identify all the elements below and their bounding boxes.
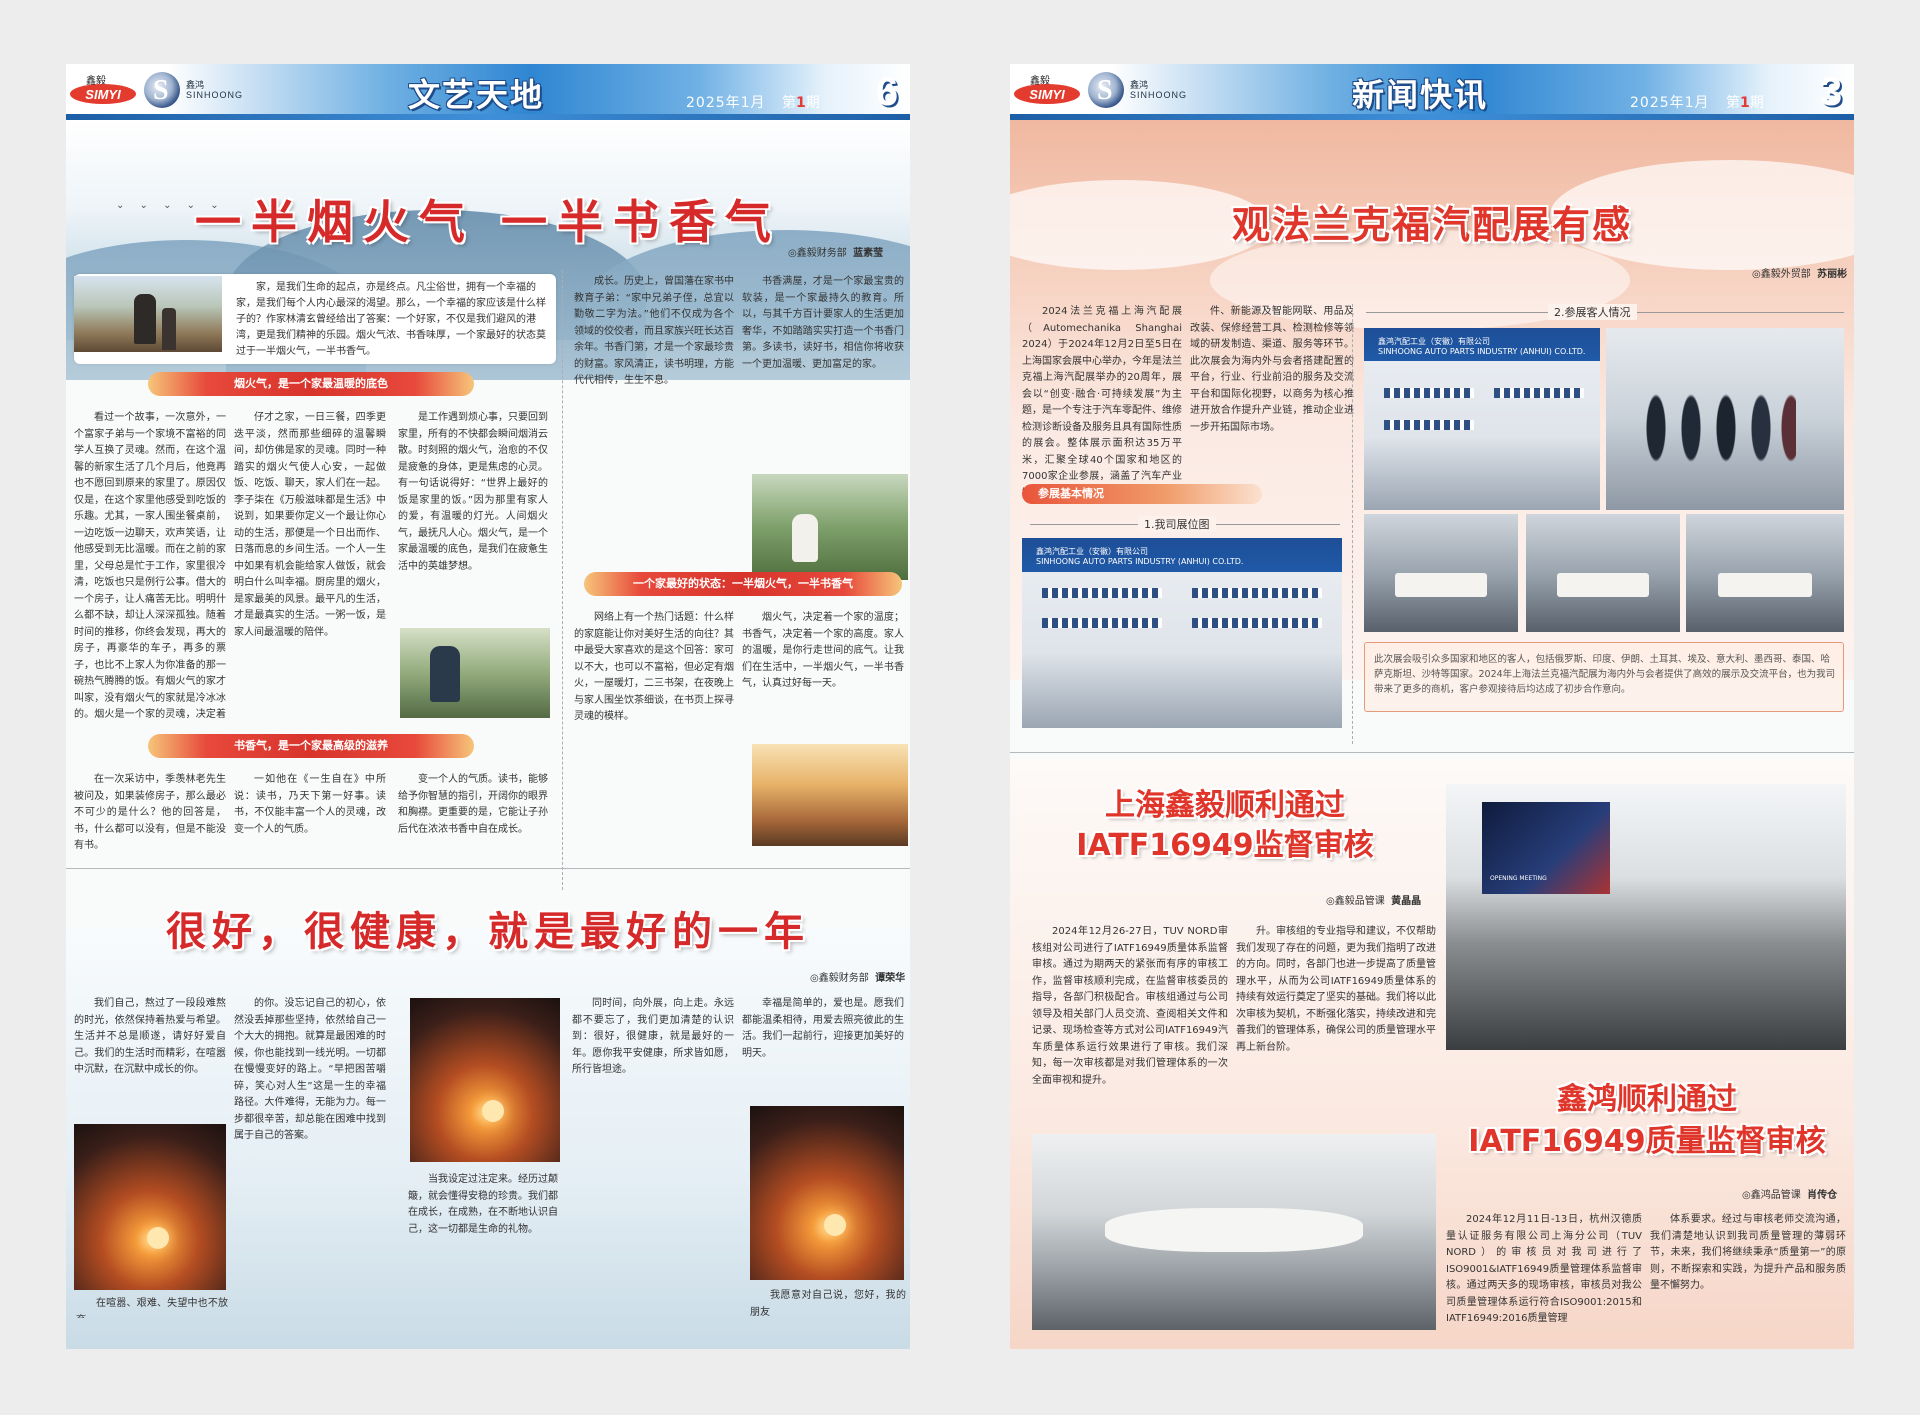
- simyi-logo: 鑫毅 SIMYI: [70, 74, 136, 106]
- section-title: 新闻快讯: [1351, 76, 1488, 114]
- article-title-line2: IATF16949质量监督审核: [1468, 1124, 1826, 1159]
- article-column: 变一个人的气质。读书，能够给予你智慧的指引，开阔你的眼界和胸襟。更重要的是，它能…: [398, 774, 548, 835]
- issue-number: 第1期: [782, 95, 820, 111]
- sinhoong-logo-icon: [1088, 72, 1124, 108]
- byline: ◎鑫鸿品管课 肖传仓: [1742, 1190, 1838, 1201]
- issue-date: 2025年1月: [1630, 95, 1710, 111]
- reading-photo: [752, 474, 908, 580]
- sinhoong-logo-text: SINHOONG: [186, 90, 244, 100]
- visitors-group-photo: [1606, 328, 1844, 510]
- article-column: 幸福是简单的，爱也是。愿我们都能温柔相待，用爱去照亮彼此的生活。我们一起前行，迎…: [742, 998, 904, 1059]
- booth-photo: 鑫鸿汽配工业（安徽）有限公司 SINHOONG AUTO PARTS INDUST…: [1364, 328, 1600, 510]
- article-column: 书香满屋，才是一个家最宝贵的软装，是一个家最持久的教育。所以，与其千方百计要家人…: [742, 276, 904, 370]
- byline: ◎鑫毅品管课 黄晶晶: [1326, 896, 1422, 907]
- customer-meeting-photo: [1686, 514, 1844, 632]
- article-column: 一如他在《一生自在》中所说：读书，乃天下第一好事。读书，不仅能丰富一个人的灵魂，…: [234, 774, 386, 835]
- section-heading: 一个家最好的状态：一半烟火气，一半书香气: [584, 572, 902, 596]
- sinhoong-logo: 鑫鸿 SINHOONG: [144, 70, 244, 110]
- opening-meeting-photo: OPENING MEETING: [1446, 784, 1846, 1050]
- byline: ◎鑫毅财务部 蓝素莹: [788, 248, 884, 259]
- article-column: 体系要求。经过与审核老师交流沟通，我们清楚地认识到我司质量管理的薄弱环节，未来，…: [1650, 1214, 1846, 1291]
- article-title-line2: IATF16949监督审核: [1076, 828, 1374, 863]
- article-column: 在一次采访中，季羡林老先生被问及，如果装修房子，那么最必不可少的是什么？他的回答…: [74, 774, 226, 851]
- byline: ◎鑫毅外贸部 苏丽彬: [1752, 269, 1848, 280]
- issue-date: 2025年1月: [686, 95, 766, 111]
- intro-text: 家，是我们生命的起点，亦是终点。凡尘俗世，拥有一个幸福的家，是我们每个人内心最深…: [236, 282, 546, 357]
- customers-subheading: 2.参展客人情况: [1548, 304, 1637, 320]
- article-title: 鑫鸿顺利通过: [1557, 1082, 1737, 1117]
- issue-number: 第1期: [1726, 95, 1764, 111]
- customer-meeting-photo: [1364, 514, 1518, 632]
- right-page: 鑫毅 SIMYI 鑫鸿 SINHOONG 新闻快讯 2025年1月 第1期 3 …: [1010, 64, 1854, 1349]
- article-column: 烟火气，决定着一个家的温度；书香气，决定着一个家的高度。家人的温暖，是你行走世间…: [742, 612, 904, 689]
- photo-caption: 在喧嚣、艰难、失望中也不放弃: [76, 1298, 228, 1318]
- section-title: 文艺天地: [407, 76, 544, 114]
- article-column: 同时间，向外展，向上走。永远都不要忘了，我们更加清楚的认识到：很好，很健康，就是…: [572, 998, 734, 1075]
- article-column: 2024年12月11日-13日，杭州汉德质量认证服务有限公司上海分公司（TUV …: [1446, 1214, 1642, 1324]
- booth-subheading: 1.我司展位图: [1138, 516, 1216, 532]
- booth-banner: 鑫鸿汽配工业（安徽）有限公司 SINHOONG AUTO PARTS INDUST…: [1378, 337, 1586, 356]
- article-title: 观法兰克福汽配展有感: [1231, 202, 1632, 247]
- article-column: 网络上有一个热门话题：什么样的家庭能让你对美好生活的向往？其中最受大家喜欢的是这…: [574, 612, 734, 722]
- article-column: 升。审核组的专业指导和建议，不仅帮助我们发现了存在的问题，更为我们指明了改进的方…: [1236, 926, 1436, 1053]
- article-column: 2024年12月26-27日，TUV NORD审核组对公司进行了IATF1694…: [1032, 926, 1228, 1086]
- newspaper-spread: 鑫毅 SIMYI 鑫鸿 SINHOONG 文艺天地 2025年1月 第1期 6 …: [0, 0, 1920, 1415]
- audit-meeting-photo: [1032, 1134, 1436, 1330]
- sunset-photo: [410, 998, 560, 1162]
- byline: ◎鑫毅财务部 谭荣华: [810, 973, 906, 984]
- article-column: 看过一个故事，一次意外，一个富家子弟与一个家境不富裕的同学人互换了灵魂。然而，在…: [74, 412, 226, 720]
- family-walk-photo: [752, 744, 908, 846]
- simyi-logo-text: SIMYI: [1029, 87, 1065, 102]
- left-page-header: 鑫毅 SIMYI 鑫鸿 SINHOONG 文艺天地 2025年1月 第1期 6: [66, 64, 910, 120]
- article-title: 一半烟火气 一半书香气: [194, 195, 781, 249]
- article-column: 是工作遇到烦心事，只要回到家里，所有的不快都会瞬间烟消云散。时刻照的烟火气，治愈…: [398, 412, 548, 572]
- sinhoong-logo-icon: [144, 72, 180, 108]
- page-number: 6: [875, 70, 899, 114]
- section-label: 参展基本情况: [1022, 484, 1262, 504]
- sinhoong-logo-text: SINHOONG: [1130, 90, 1188, 100]
- article-column: 的你。没忘记自己的初心，依然没丢掉那些坚持，依然给自己一个大大的拥抱。就算是最困…: [234, 998, 386, 1141]
- sunset-photo: [74, 1124, 226, 1290]
- article-column: 我们自己，熬过了一段段难熬的时光，依然保持着热爱与希望。生活并不总是顺遂，请好好…: [74, 998, 226, 1075]
- article-column: 件、新能源及智能网联、用品及改装、保修经营工具、检测检修等领域的研发制造、渠道、…: [1190, 306, 1354, 433]
- right-page-header: 鑫毅 SIMYI 鑫鸿 SINHOONG 新闻快讯 2025年1月 第1期 3: [1010, 64, 1854, 120]
- cooking-photo: [400, 628, 550, 718]
- simyi-logo-text: SIMYI: [85, 87, 121, 102]
- photo-caption: 我愿意对自己说，您好，我的朋友: [750, 1290, 906, 1318]
- sinhoong-logo: 鑫鸿 SINHOONG: [1088, 70, 1188, 110]
- family-photo: [74, 276, 222, 352]
- article-title: 上海鑫毅顺利通过: [1105, 788, 1345, 823]
- summary-text: 此次展会吸引众多国家和地区的客人，包括俄罗斯、印度、伊朗、土耳其、埃及、意大利、…: [1374, 654, 1836, 695]
- section-heading: 书香气，是一个家最高级的滋养: [148, 734, 474, 758]
- section-heading: 烟火气，是一个家最温暖的底色: [148, 372, 474, 396]
- article-column: 2024法兰克福上海汽配展（Automechanika Shanghai 202…: [1022, 306, 1182, 499]
- page-number: 3: [1819, 70, 1843, 114]
- customer-meeting-photo: [1526, 514, 1680, 632]
- simyi-logo: 鑫毅 SIMYI: [1014, 74, 1080, 106]
- left-page: 鑫毅 SIMYI 鑫鸿 SINHOONG 文艺天地 2025年1月 第1期 6 …: [66, 64, 910, 1349]
- booth-photo: 鑫鸿汽配工业（安徽）有限公司 SINHOONG AUTO PARTS INDUST…: [1022, 538, 1342, 728]
- article-column: 仔才之家，一日三餐，四季更迭平淡，然而那些细碎的温馨瞬间，却仿佛是家的灵魂。同时…: [234, 412, 386, 638]
- booth-banner: 鑫鸿汽配工业（安徽）有限公司 SINHOONG AUTO PARTS INDUST…: [1036, 547, 1244, 566]
- projector-screen: OPENING MEETING: [1482, 802, 1610, 894]
- sunset-photo: [750, 1106, 904, 1280]
- article-column: 当我设定过注定来。经历过颠簸，就会懂得安稳的珍贵。我们都在成长，在成熟，在不断地…: [408, 1174, 558, 1235]
- article-title: 很好，很健康，就是最好的一年: [166, 908, 810, 955]
